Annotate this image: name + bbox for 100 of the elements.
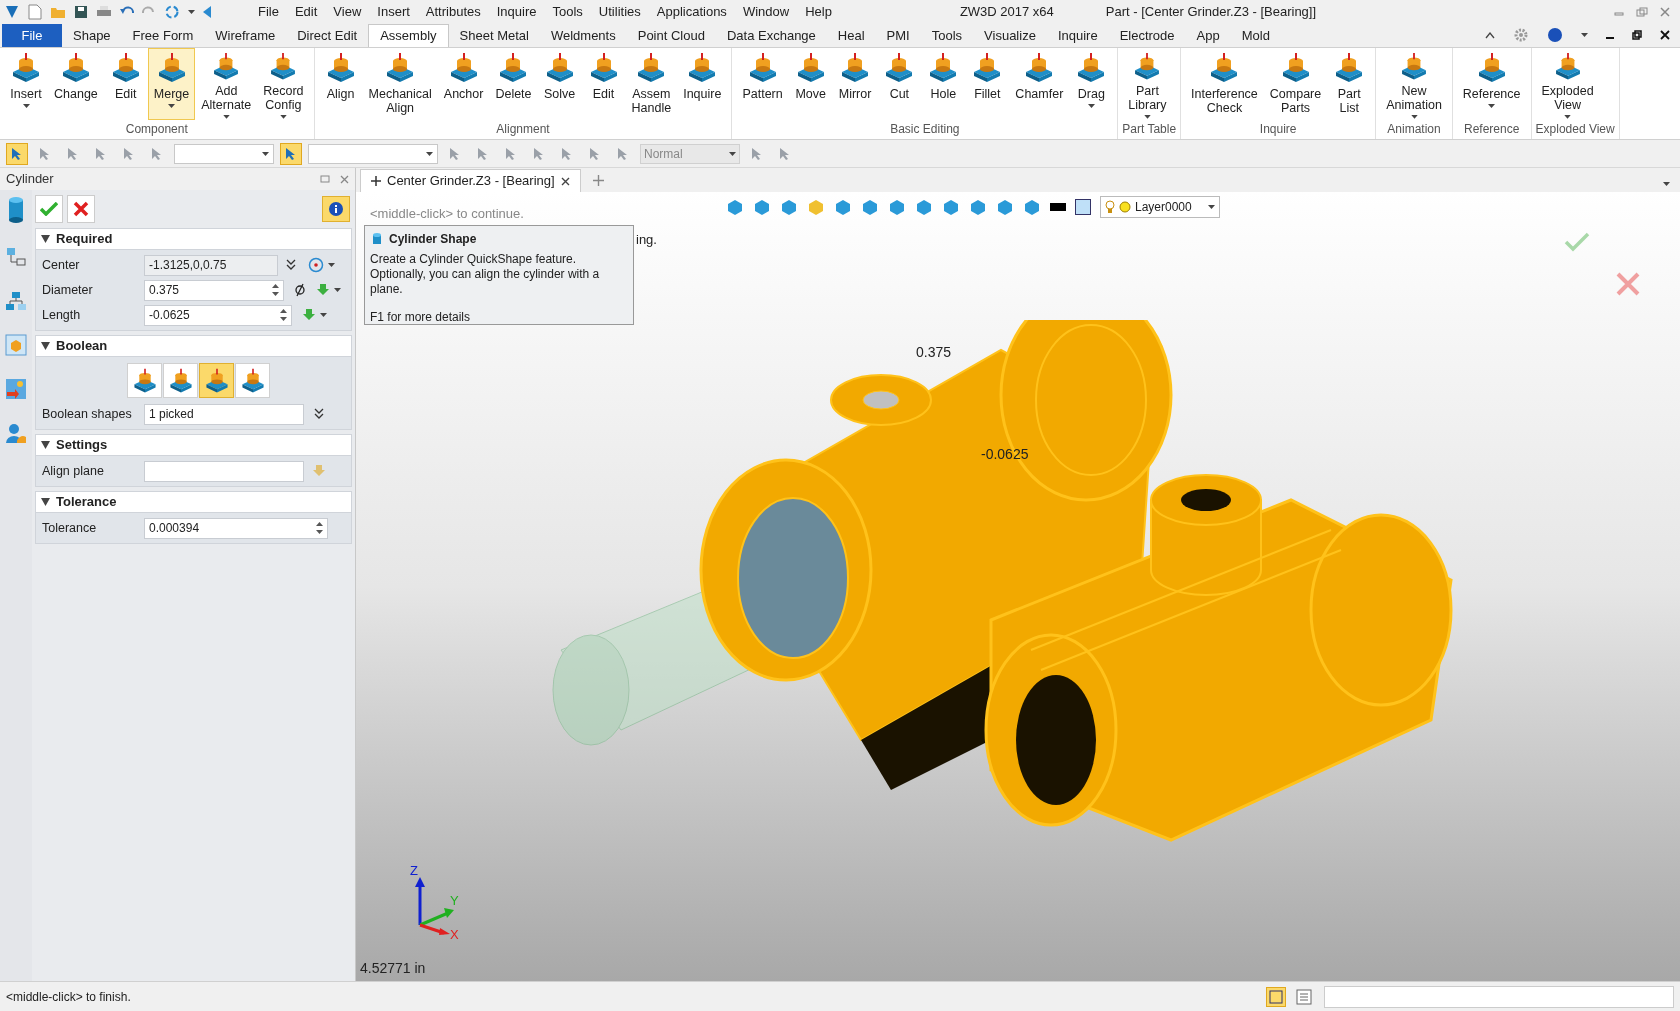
restore-icon[interactable] xyxy=(1632,30,1642,40)
cylinder-icon[interactable] xyxy=(6,196,26,224)
menu-item[interactable]: Window xyxy=(734,2,798,22)
ribbon-button[interactable]: Exploded View xyxy=(1535,48,1600,120)
ribbon-button[interactable]: Add Alternate xyxy=(195,48,258,120)
ribbon-button[interactable]: Interference Check xyxy=(1185,48,1264,120)
ribbon-tab[interactable]: Tools xyxy=(920,24,974,47)
ribbon-button[interactable]: Delete xyxy=(489,48,538,120)
ribbon-tab[interactable]: App xyxy=(1185,24,1231,47)
spinner-icon[interactable] xyxy=(272,284,279,296)
open-folder-icon[interactable] xyxy=(50,5,66,19)
boolean-option[interactable] xyxy=(235,363,270,398)
input-field[interactable]: -0.0625 xyxy=(144,304,292,326)
ribbon-button[interactable]: Hole xyxy=(921,48,966,120)
document-tab[interactable]: Center Grinder.Z3 - [Bearing] xyxy=(360,169,581,192)
section-header[interactable]: Settings xyxy=(35,434,352,456)
plus-icon[interactable] xyxy=(592,175,604,186)
new-file-icon[interactable] xyxy=(28,4,42,20)
settings-icon[interactable] xyxy=(1513,27,1529,43)
refresh-icon[interactable] xyxy=(164,4,180,20)
layout-icon[interactable] xyxy=(1266,986,1286,1007)
image-icon[interactable] xyxy=(5,378,27,400)
ribbon-tab[interactable]: Direct Edit xyxy=(286,24,369,47)
ribbon-tab[interactable]: File xyxy=(2,24,62,47)
ribbon-tab[interactable]: Heal xyxy=(826,24,876,47)
ribbon-button[interactable]: New Animation xyxy=(1380,48,1448,120)
ribbon-tab[interactable]: Inquire xyxy=(1046,24,1109,47)
ribbon-tab[interactable]: Free Form xyxy=(121,24,205,47)
close-icon[interactable] xyxy=(560,176,570,186)
ribbon-button[interactable]: Part List xyxy=(1327,48,1372,120)
expand-icon[interactable] xyxy=(314,408,324,420)
arrow-down-icon[interactable] xyxy=(316,283,330,297)
ribbon-button[interactable]: Assem Handle xyxy=(625,48,678,120)
input-field[interactable]: 0.375 xyxy=(144,279,284,301)
ribbon-tab[interactable]: Visualize xyxy=(973,24,1047,47)
color-swatch-icon[interactable] xyxy=(1075,199,1091,215)
cancel-button[interactable] xyxy=(67,195,95,223)
spinner-icon[interactable] xyxy=(280,309,287,321)
ribbon-tab[interactable]: Weldments xyxy=(539,24,627,47)
help-icon[interactable] xyxy=(1547,27,1563,43)
ribbon-button[interactable]: Reference xyxy=(1456,48,1527,120)
ribbon-button[interactable]: Inquire xyxy=(677,48,728,120)
ribbon-button[interactable]: Drag xyxy=(1069,48,1114,120)
ribbon-button[interactable]: Move xyxy=(788,48,833,120)
menu-item[interactable]: Edit xyxy=(286,2,326,22)
pin-icon[interactable] xyxy=(320,175,330,183)
layer-dropdown[interactable]: Layer0000 xyxy=(1100,196,1220,218)
ribbon-button[interactable]: Record Config xyxy=(257,48,310,120)
user-icon[interactable] xyxy=(5,422,27,444)
view-tool-icon[interactable] xyxy=(780,198,798,216)
expand-icon[interactable] xyxy=(286,259,296,271)
ribbon-button[interactable]: Part Library xyxy=(1122,48,1173,120)
spinner-icon[interactable] xyxy=(316,522,323,534)
ribbon-tab[interactable]: Mold xyxy=(1230,24,1281,47)
ribbon-button[interactable]: Pattern xyxy=(736,48,789,120)
menu-item[interactable]: View xyxy=(325,2,370,22)
ribbon-tab[interactable]: Shape xyxy=(62,24,122,47)
target-icon[interactable] xyxy=(308,257,324,273)
view-tool-icon[interactable] xyxy=(888,198,906,216)
ok-button[interactable] xyxy=(35,195,63,223)
ribbon-button[interactable]: Merge xyxy=(147,48,196,120)
view-tool-icon[interactable] xyxy=(753,198,771,216)
ribbon-tab[interactable]: Wireframe xyxy=(204,24,287,47)
ribbon-button[interactable]: Fillet xyxy=(965,48,1010,120)
info-button[interactable] xyxy=(322,196,350,222)
ribbon-tab[interactable]: Electrode xyxy=(1108,24,1186,47)
input-field[interactable]: -1.3125,0,0.75 xyxy=(144,254,278,276)
ribbon-button[interactable]: Cut xyxy=(877,48,922,120)
boolean-option[interactable] xyxy=(163,363,198,398)
view-tool-icon[interactable] xyxy=(807,198,825,216)
menu-item[interactable]: Utilities xyxy=(590,2,649,22)
view-tool-icon[interactable] xyxy=(969,198,987,216)
ribbon-button[interactable]: Align xyxy=(318,48,363,120)
view-tool-icon[interactable] xyxy=(1023,198,1041,216)
toolbar-tool[interactable] xyxy=(280,142,302,165)
dropdown-field[interactable] xyxy=(174,143,274,164)
boolean-option[interactable] xyxy=(199,363,234,398)
cube-window-icon[interactable] xyxy=(5,334,27,356)
arrow-left-icon[interactable] xyxy=(203,6,211,18)
menu-item[interactable]: Tools xyxy=(544,2,591,22)
ribbon-button[interactable]: Solve xyxy=(537,48,582,120)
section-header[interactable]: Required xyxy=(35,228,352,250)
menu-item[interactable]: Inquire xyxy=(488,2,545,22)
input-field[interactable] xyxy=(144,460,304,482)
list-icon[interactable] xyxy=(1296,988,1312,1005)
view-tool-icon[interactable] xyxy=(726,198,744,216)
ribbon-button[interactable]: Edit xyxy=(581,48,626,120)
view-tool-icon[interactable] xyxy=(834,198,852,216)
ribbon-button[interactable]: Mirror xyxy=(832,48,878,120)
ribbon-button[interactable]: Anchor xyxy=(437,48,490,120)
viewport[interactable]: <middle-click> to continue. Cylinder Shape Create a Cylinder QuickShape feature. Optionally, you can align the cylinder with a plane. F1 for more details ing. Layer0000 0.375 -0.0625 Z Y X 4.52771 in xyxy=(356,192,1680,981)
ribbon-button[interactable]: Chamfer xyxy=(1009,48,1070,120)
ribbon-tab[interactable]: PMI xyxy=(875,24,921,47)
collapse-icon[interactable] xyxy=(1485,31,1495,39)
menu-item[interactable]: Applications xyxy=(648,2,735,22)
input-field[interactable]: 1 picked xyxy=(144,403,304,425)
view-tool-icon[interactable] xyxy=(915,198,933,216)
menu-item[interactable]: Help xyxy=(797,2,840,22)
ribbon-tab[interactable]: Sheet Metal xyxy=(448,24,540,47)
command-field[interactable] xyxy=(1324,985,1674,1008)
